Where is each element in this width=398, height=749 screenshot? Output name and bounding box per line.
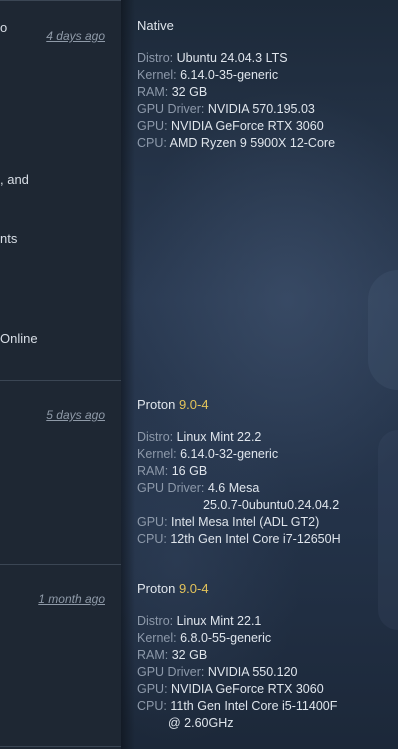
spec-value: 6.8.0-55-generic	[180, 631, 272, 645]
spec-value: 6.14.0-32-generic	[180, 447, 279, 461]
spec-value: NVIDIA 550.120	[207, 665, 298, 679]
spec-label: GPU Driver:	[137, 102, 205, 116]
report-date-link[interactable]: 4 days ago	[46, 29, 105, 43]
spec-label: Kernel:	[137, 631, 177, 645]
spec-kernel: Kernel: 6.8.0-55-generic	[137, 630, 392, 647]
spec-gpu-driver-continued: 25.0.7-0ubuntu0.24.04.2	[137, 497, 392, 514]
system-info-block: Native Distro: Ubuntu 24.04.3 LTS Kernel…	[137, 17, 392, 152]
spec-label: CPU:	[137, 136, 167, 150]
spec-label: GPU Driver:	[137, 481, 205, 495]
spec-value: NVIDIA GeForce RTX 3060	[171, 119, 324, 133]
spec-gpu-driver: GPU Driver: 4.6 Mesa	[137, 480, 392, 497]
spec-label: GPU:	[137, 682, 168, 696]
spec-label: RAM:	[137, 464, 169, 478]
run-type-heading: Proton 9.0-4	[137, 396, 392, 413]
run-type-heading: Proton 9.0-4	[137, 580, 392, 597]
spec-label: Distro:	[137, 614, 174, 628]
spec-cpu: CPU: 12th Gen Intel Core i7-12650H	[137, 531, 392, 548]
run-type-label: Proton	[137, 397, 176, 412]
spec-label: GPU:	[137, 515, 168, 529]
background-artwork	[368, 270, 398, 390]
spec-label: CPU:	[137, 699, 167, 713]
spec-value: @ 2.60GHz	[168, 716, 234, 730]
report-list-column: o 4 days ago , and nts Online 5 days ago…	[0, 0, 121, 749]
spec-kernel: Kernel: 6.14.0-32-generic	[137, 446, 392, 463]
row-divider	[0, 0, 121, 1]
run-type-heading: Native	[137, 17, 392, 34]
spec-label: Distro:	[137, 430, 174, 444]
row-divider	[0, 746, 121, 747]
spec-label: CPU:	[137, 532, 167, 546]
proton-version: 9.0-4	[178, 581, 209, 596]
spec-distro: Distro: Linux Mint 22.1	[137, 613, 392, 630]
system-specs-panel: Native Distro: Ubuntu 24.04.3 LTS Kernel…	[121, 0, 398, 749]
spec-label: Distro:	[137, 51, 174, 65]
report-text-fragment: , and	[0, 172, 29, 187]
report-text-fragment: Online	[0, 331, 38, 346]
system-info-block: Proton 9.0-4 Distro: Linux Mint 22.1 Ker…	[137, 580, 392, 732]
spec-ram: RAM: 32 GB	[137, 647, 392, 664]
spec-label: GPU:	[137, 119, 168, 133]
spec-gpu-driver: GPU Driver: NVIDIA 550.120	[137, 664, 392, 681]
spec-distro: Distro: Ubuntu 24.04.3 LTS	[137, 50, 392, 67]
spec-value: 16 GB	[171, 464, 208, 478]
spec-label: GPU Driver:	[137, 665, 205, 679]
spec-value: 4.6 Mesa	[207, 481, 260, 495]
spec-value: Linux Mint 22.1	[176, 614, 262, 628]
spec-gpu: GPU: NVIDIA GeForce RTX 3060	[137, 118, 392, 135]
spec-gpu: GPU: Intel Mesa Intel (ADL GT2)	[137, 514, 392, 531]
report-date-link[interactable]: 5 days ago	[46, 408, 105, 422]
report-text-fragment: o	[0, 20, 8, 35]
spec-label: RAM:	[137, 85, 169, 99]
spec-cpu: CPU: AMD Ryzen 9 5900X 12-Core	[137, 135, 392, 152]
spec-cpu-continued: @ 2.60GHz	[137, 715, 392, 732]
spec-value: 11th Gen Intel Core i5-11400F	[170, 699, 338, 713]
spec-value: Linux Mint 22.2	[176, 430, 262, 444]
row-divider	[0, 564, 121, 565]
spec-label: Kernel:	[137, 447, 177, 461]
system-info-block: Proton 9.0-4 Distro: Linux Mint 22.2 Ker…	[137, 396, 392, 548]
spec-value: 6.14.0-35-generic	[180, 68, 279, 82]
spec-gpu-driver: GPU Driver: NVIDIA 570.195.03	[137, 101, 392, 118]
run-type-label: Native	[137, 18, 174, 33]
spec-label: RAM:	[137, 648, 169, 662]
spec-value: Intel Mesa Intel (ADL GT2)	[171, 515, 320, 529]
report-date-link[interactable]: 1 month ago	[38, 592, 105, 606]
spec-value: 12th Gen Intel Core i7-12650H	[170, 532, 341, 546]
panel-shadow	[121, 0, 135, 749]
spec-gpu: GPU: NVIDIA GeForce RTX 3060	[137, 681, 392, 698]
spec-ram: RAM: 16 GB	[137, 463, 392, 480]
spec-kernel: Kernel: 6.14.0-35-generic	[137, 67, 392, 84]
run-type-label: Proton	[137, 581, 176, 596]
spec-cpu: CPU: 11th Gen Intel Core i5-11400F	[137, 698, 392, 715]
spec-value: 32 GB	[171, 85, 208, 99]
spec-value: Ubuntu 24.04.3 LTS	[176, 51, 288, 65]
spec-distro: Distro: Linux Mint 22.2	[137, 429, 392, 446]
spec-ram: RAM: 32 GB	[137, 84, 392, 101]
proton-version: 9.0-4	[178, 397, 209, 412]
report-text-fragment: nts	[0, 231, 18, 246]
spec-value: 32 GB	[171, 648, 208, 662]
spec-value: AMD Ryzen 9 5900X 12-Core	[169, 136, 336, 150]
spec-label: Kernel:	[137, 68, 177, 82]
row-divider	[0, 380, 121, 381]
spec-value: NVIDIA 570.195.03	[207, 102, 315, 116]
spec-value: 25.0.7-0ubuntu0.24.04.2	[203, 498, 340, 512]
spec-value: NVIDIA GeForce RTX 3060	[171, 682, 324, 696]
